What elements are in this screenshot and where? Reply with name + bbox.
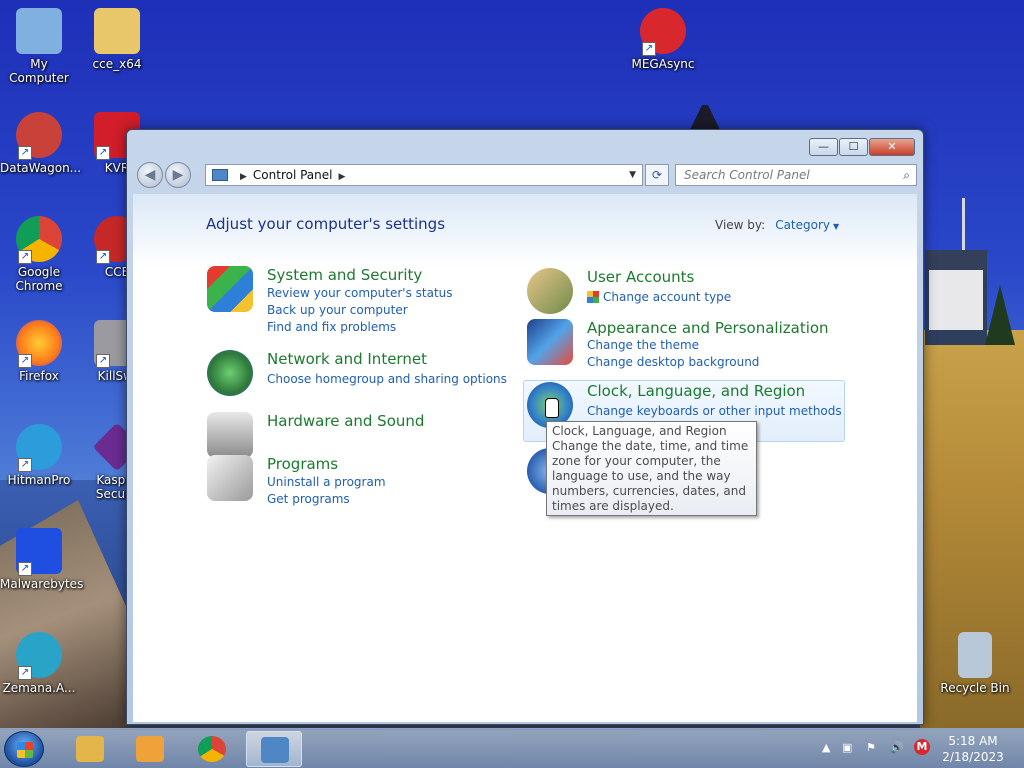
- back-button[interactable]: ◀: [137, 162, 163, 188]
- desktop-icon-cce-x64[interactable]: cce_x64: [78, 8, 156, 71]
- printer-icon: [207, 412, 253, 458]
- network-icon[interactable]: ▣: [842, 741, 852, 754]
- forward-button[interactable]: ▶: [165, 162, 191, 188]
- breadcrumb-arrow-icon[interactable]: ▶: [339, 172, 346, 182]
- volume-icon[interactable]: 🔊: [890, 741, 904, 754]
- uac-shield-icon: [587, 291, 599, 303]
- chevron-down-icon[interactable]: ▼: [833, 222, 839, 231]
- hand-cursor-icon: [545, 398, 559, 418]
- network-globe-icon: [207, 350, 253, 396]
- tooltip-text: Change the date, time, and time zone for…: [552, 439, 749, 513]
- windows-explorer-icon: [76, 736, 104, 762]
- taskbar-item-explorer[interactable]: [62, 731, 118, 767]
- start-button[interactable]: [4, 731, 44, 767]
- search-input[interactable]: Search Control Panel ⌕: [675, 164, 917, 186]
- hitmanpro-icon: ↗: [16, 424, 62, 472]
- view-by-dropdown[interactable]: Category: [775, 218, 830, 232]
- clock-time: 5:18 AM: [948, 734, 998, 748]
- desktop-icon-malwarebytes[interactable]: ↗ Malwarebytes: [0, 528, 83, 591]
- wallpaper-tree: [985, 285, 1015, 345]
- refresh-button[interactable]: ⟳: [645, 164, 669, 186]
- recycle-bin-icon: [958, 632, 992, 678]
- malwarebytes-icon: ↗: [16, 528, 62, 576]
- tooltip: Clock, Language, and Region Change the d…: [546, 421, 757, 516]
- control-panel-icon: [261, 737, 289, 763]
- address-bar[interactable]: ▶ Control Panel ▶ ▼: [205, 164, 643, 186]
- datawagon-icon: ↗: [16, 112, 62, 160]
- shield-icon: [207, 266, 253, 312]
- programs-disc-icon: [207, 455, 253, 501]
- chrome-icon: [198, 736, 226, 762]
- address-dropdown-icon[interactable]: ▼: [629, 165, 636, 185]
- minimize-button[interactable]: —: [809, 138, 838, 156]
- desktop-icon-hitmanpro[interactable]: ↗ HitmanPro: [0, 424, 78, 487]
- users-icon: [527, 268, 573, 314]
- clock[interactable]: 5:18 AM 2/18/2023: [940, 733, 1006, 765]
- taskbar-item-chrome[interactable]: [184, 731, 240, 767]
- computer-icon: [16, 8, 62, 54]
- taskbar: ▲ ▣ ⚑ 🔊 M 5:18 AM 2/18/2023: [0, 728, 1024, 768]
- zemana-icon: ↗: [16, 632, 62, 680]
- view-by: View by: Category ▼: [715, 218, 840, 232]
- control-panel-icon: [212, 169, 228, 181]
- action-center-icon[interactable]: ⚑: [866, 741, 876, 754]
- monitor-paint-icon: [527, 319, 573, 365]
- folder-icon: [94, 8, 140, 54]
- mega-tray-icon[interactable]: M: [914, 739, 930, 755]
- breadcrumb-arrow-icon[interactable]: ▶: [240, 172, 247, 182]
- control-panel-window[interactable]: — ☐ ✕ ◀ ▶ ▶ Control Panel ▶ ▼ ⟳ Search Con…: [126, 129, 924, 725]
- desktop-icon-megasync[interactable]: ↗ MEGAsync: [624, 8, 702, 71]
- firefox-icon: ↗: [16, 320, 62, 368]
- wallpaper-house: [925, 250, 987, 345]
- desktop-icon-datawagon[interactable]: ↗ DataWagon...: [0, 112, 81, 175]
- tooltip-title: Clock, Language, and Region: [552, 424, 727, 438]
- windows-logo-icon: [17, 742, 33, 758]
- breadcrumb-control-panel[interactable]: Control Panel: [253, 168, 333, 182]
- window-controls: — ☐ ✕: [809, 138, 915, 156]
- taskbar-item-media-player[interactable]: [122, 731, 178, 767]
- desktop-icon-firefox[interactable]: ↗ Firefox: [0, 320, 78, 383]
- search-icon[interactable]: ⌕: [903, 165, 910, 185]
- close-button[interactable]: ✕: [869, 138, 915, 156]
- desktop-icon-recycle-bin[interactable]: Recycle Bin: [936, 632, 1014, 695]
- chrome-icon: ↗: [16, 216, 62, 264]
- clock-date: 2/18/2023: [942, 750, 1004, 764]
- content-area: Adjust your computer's settings View by:…: [133, 194, 917, 722]
- maximize-button[interactable]: ☐: [839, 138, 868, 156]
- desktop-icon-my-computer[interactable]: My Computer: [0, 8, 78, 85]
- page-title: Adjust your computer's settings: [206, 215, 446, 233]
- taskbar-item-control-panel[interactable]: [246, 731, 302, 767]
- mega-icon: ↗: [640, 8, 686, 56]
- media-player-icon: [136, 736, 164, 762]
- show-hidden-icons-button[interactable]: ▲: [822, 741, 830, 754]
- desktop-icon-zemana[interactable]: ↗ Zemana.A...: [0, 632, 78, 695]
- navigation-bar: ◀ ▶ ▶ Control Panel ▶ ▼ ⟳ Search Control P…: [135, 162, 917, 188]
- wallpaper-lighthouse: [690, 105, 720, 130]
- desktop-icon-chrome[interactable]: ↗ Google Chrome: [0, 216, 78, 293]
